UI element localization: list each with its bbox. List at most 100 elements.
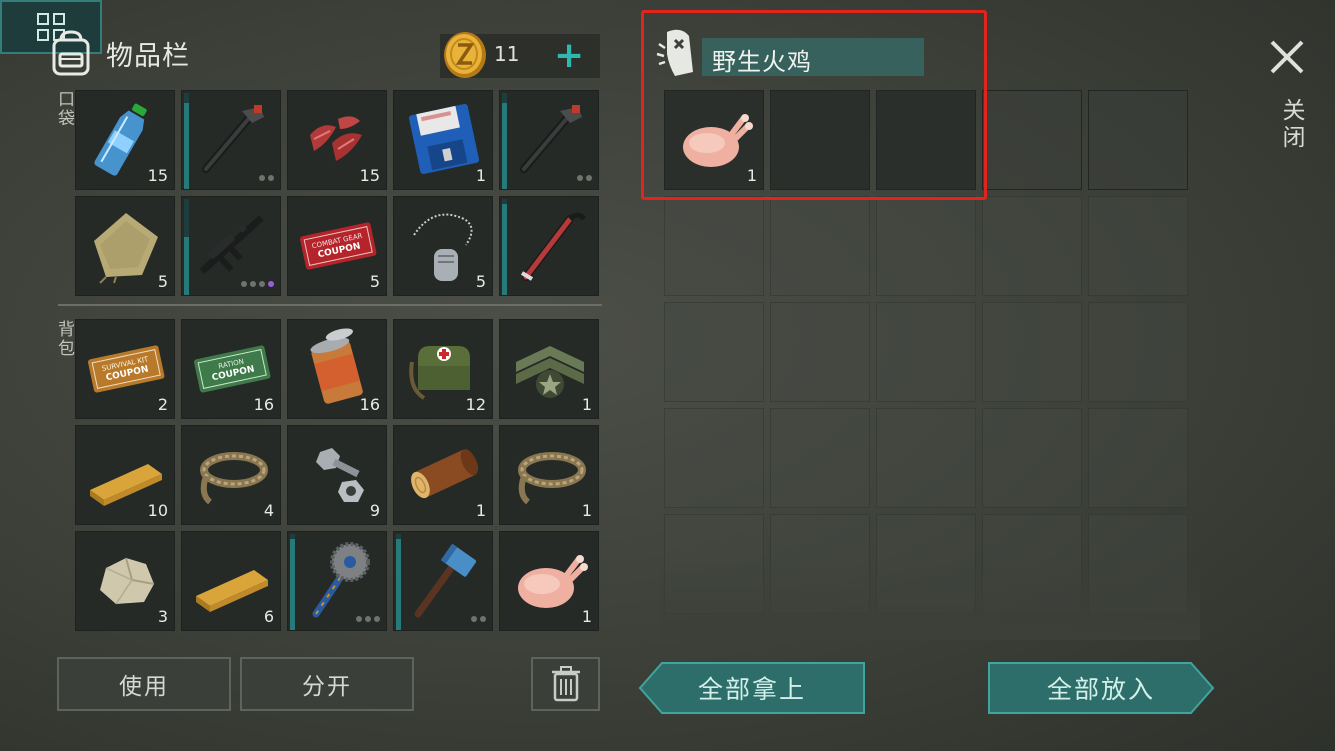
add-coins-button[interactable]: +: [554, 36, 584, 76]
loot-slot[interactable]: [982, 90, 1082, 190]
inventory-slot[interactable]: 1: [499, 531, 599, 631]
crowbar-icon: [520, 212, 586, 281]
put-all-label: 全部放入: [1046, 675, 1155, 704]
raw-turkey-icon: [518, 555, 588, 608]
loot-slot[interactable]: [1088, 90, 1188, 190]
item-quantity: 5: [475, 272, 486, 291]
item-quantity: 16: [253, 395, 274, 414]
loot-slot[interactable]: [982, 302, 1082, 402]
pipe-wrench-icon: [202, 105, 264, 173]
durability-bar: [184, 199, 189, 295]
loot-slot[interactable]: [770, 408, 870, 508]
inventory-slot[interactable]: 5: [75, 196, 175, 296]
durability-bar: [502, 93, 507, 189]
upgrade-dots: [241, 281, 274, 287]
trash-icon: [551, 666, 580, 702]
loot-slot[interactable]: [1088, 408, 1188, 508]
close-label[interactable]: 关闭: [1274, 98, 1308, 152]
saw-blade-mace-icon: [312, 542, 370, 618]
inventory-slot[interactable]: SURVIVAL KIT COUPON 2: [75, 319, 175, 419]
trash-button[interactable]: [531, 657, 600, 711]
inventory-slot[interactable]: 1: [499, 319, 599, 419]
stone-icon: [100, 557, 155, 605]
cloth-rag-icon: [94, 213, 158, 284]
item-quantity: 16: [359, 395, 380, 414]
inventory-slot[interactable]: RATION COUPON 16: [181, 319, 281, 419]
durability-bar: [502, 199, 507, 295]
highlight-annotation-box: [641, 10, 987, 200]
inventory-slot[interactable]: 9: [287, 425, 387, 525]
item-quantity: 1: [475, 501, 486, 520]
inventory-slot[interactable]: [181, 90, 281, 190]
upgrade-dots: [577, 175, 592, 181]
inventory-slot[interactable]: 3: [75, 531, 175, 631]
loot-slot[interactable]: [770, 302, 870, 402]
nuts-bolts-icon: [316, 448, 364, 502]
close-icon[interactable]: [1266, 36, 1308, 78]
item-quantity: 9: [369, 501, 380, 520]
take-all-button[interactable]: 全部拿上: [638, 661, 866, 715]
item-quantity: 6: [263, 607, 274, 626]
inventory-slot[interactable]: 15: [287, 90, 387, 190]
loot-slot[interactable]: [1088, 196, 1188, 296]
loot-grid-fade: [660, 560, 1200, 640]
item-quantity: 15: [147, 166, 168, 185]
backpack-grid: SURVIVAL KIT COUPON 2 RATION COUPON 16 1…: [75, 319, 599, 631]
rank-chevron-icon: [516, 346, 584, 398]
loot-slot[interactable]: [982, 196, 1082, 296]
item-quantity: 1: [581, 607, 592, 626]
inventory-slot[interactable]: [287, 531, 387, 631]
loot-slot[interactable]: [770, 196, 870, 296]
item-quantity: 4: [263, 501, 274, 520]
inventory-slot[interactable]: 15: [75, 90, 175, 190]
inventory-slot[interactable]: [499, 196, 599, 296]
loot-slot[interactable]: [664, 196, 764, 296]
item-quantity: 3: [157, 607, 168, 626]
upgrade-dots: [471, 616, 486, 622]
use-button[interactable]: 使用: [57, 657, 231, 711]
inventory-slot[interactable]: 4: [181, 425, 281, 525]
item-quantity: 1: [581, 395, 592, 414]
inventory-slot[interactable]: 1: [393, 425, 493, 525]
item-quantity: 2: [157, 395, 168, 414]
loot-slot[interactable]: [876, 302, 976, 402]
log-icon: [411, 449, 479, 499]
item-quantity: 1: [581, 501, 592, 520]
loot-slot[interactable]: [664, 302, 764, 402]
item-quantity: 12: [465, 395, 486, 414]
loot-slot[interactable]: [876, 196, 976, 296]
dog-tag-icon: [413, 213, 473, 281]
inventory-slot[interactable]: 1: [393, 90, 493, 190]
rope-icon: [518, 452, 586, 505]
durability-bar: [290, 534, 295, 630]
inventory-slot[interactable]: 5: [393, 196, 493, 296]
coin-count: 11: [494, 42, 520, 66]
coupon-icon: SURVIVAL KIT COUPON: [88, 345, 165, 393]
inventory-slot[interactable]: COMBAT GEAR COUPON 5: [287, 196, 387, 296]
inventory-slot[interactable]: [499, 90, 599, 190]
split-button[interactable]: 分开: [240, 657, 414, 711]
inventory-slot[interactable]: 12: [393, 319, 493, 419]
loot-slot[interactable]: [982, 408, 1082, 508]
assault-rifle-icon: [199, 215, 264, 274]
loot-slot[interactable]: [664, 408, 764, 508]
inventory-slot[interactable]: [393, 531, 493, 631]
floppy-disk-icon: [408, 103, 480, 175]
item-quantity: 5: [157, 272, 168, 291]
loot-slot[interactable]: [876, 408, 976, 508]
inventory-slot[interactable]: 10: [75, 425, 175, 525]
inventory-slot[interactable]: 1: [499, 425, 599, 525]
loot-slot[interactable]: [1088, 302, 1188, 402]
inventory-slot[interactable]: 6: [181, 531, 281, 631]
rope-icon: [200, 452, 268, 505]
durability-bar: [184, 93, 189, 189]
take-all-label: 全部拿上: [697, 675, 806, 704]
inventory-header: 物品栏: [46, 26, 246, 80]
item-quantity: 15: [359, 166, 380, 185]
item-quantity: 10: [147, 501, 168, 520]
coin-icon: [444, 32, 486, 78]
inventory-title: 物品栏: [106, 40, 190, 72]
put-all-button[interactable]: 全部放入: [987, 661, 1215, 715]
inventory-slot[interactable]: 16: [287, 319, 387, 419]
inventory-slot[interactable]: [181, 196, 281, 296]
